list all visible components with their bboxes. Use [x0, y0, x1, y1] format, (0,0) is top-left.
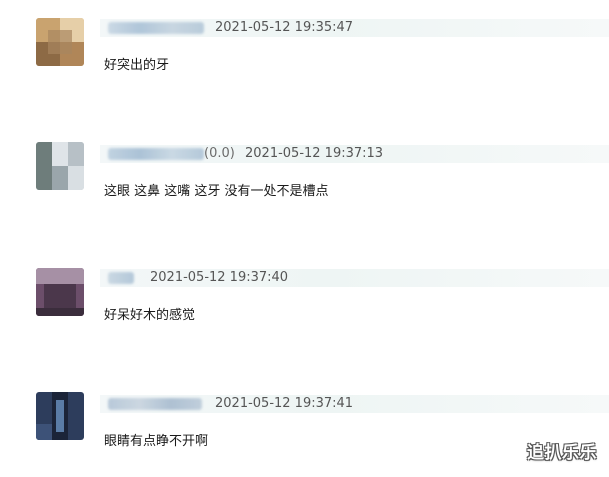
- comment-timestamp: 2021-05-12 19:35:47: [215, 20, 354, 35]
- username-suffix: (0.0): [204, 146, 235, 161]
- comment-meta: (0.0) 2021-05-12 19:37:13: [100, 145, 609, 163]
- comment-timestamp: 2021-05-12 19:37:40: [150, 270, 289, 285]
- comment-text: 眼睛有点睁不开啊: [104, 434, 209, 449]
- comment-timestamp: 2021-05-12 19:37:13: [245, 146, 384, 161]
- comment-text: 好突出的牙: [104, 58, 170, 73]
- avatar-image: [36, 268, 84, 316]
- comment-text: 这眼 这鼻 这嘴 这牙 没有一处不是槽点: [104, 184, 329, 199]
- comment-meta: 2021-05-12 19:37:40: [100, 269, 609, 287]
- comment-text: 好呆好木的感觉: [104, 308, 196, 323]
- blurred-username[interactable]: [108, 398, 202, 410]
- watermark: 追扒乐乐: [527, 443, 597, 463]
- avatar[interactable]: [36, 18, 84, 66]
- blurred-username[interactable]: [108, 148, 204, 160]
- avatar-image: [36, 392, 84, 440]
- comment-meta: 2021-05-12 19:37:41: [100, 395, 609, 413]
- blurred-username[interactable]: [108, 272, 134, 284]
- avatar-image: [36, 18, 84, 66]
- comment-item: 2021-05-12 19:37:41 眼睛有点睁不开啊: [0, 390, 609, 470]
- comment-timestamp: 2021-05-12 19:37:41: [215, 396, 354, 411]
- comment-item: (0.0) 2021-05-12 19:37:13 这眼 这鼻 这嘴 这牙 没有…: [0, 140, 609, 220]
- comment-item: 2021-05-12 19:35:47 好突出的牙: [0, 14, 609, 94]
- comment-item: 2021-05-12 19:37:40 好呆好木的感觉: [0, 264, 609, 344]
- avatar[interactable]: [36, 142, 84, 190]
- comment-page: 2021-05-12 19:35:47 好突出的牙 (0.0) 2021-05-…: [0, 0, 609, 477]
- avatar-image: [36, 142, 84, 190]
- avatar[interactable]: [36, 268, 84, 316]
- comment-meta: 2021-05-12 19:35:47: [100, 19, 609, 37]
- blurred-username[interactable]: [108, 22, 204, 34]
- avatar[interactable]: [36, 392, 84, 440]
